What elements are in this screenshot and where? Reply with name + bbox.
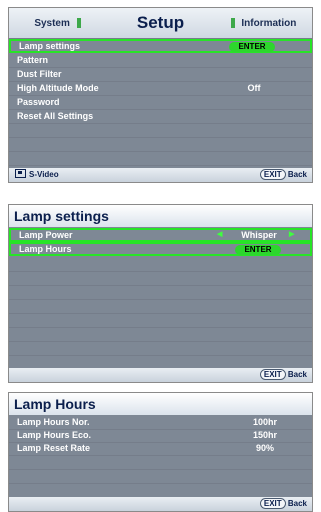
divider [9,299,312,300]
panel-title: Lamp settings [9,205,312,227]
panel-title: Lamp Hours [9,393,312,415]
menu-item-label: Reset All Settings [17,111,94,121]
info-row-lamp-reset-rate: Lamp Reset Rate 90% [9,441,312,455]
lamp-hours-body: Lamp Hours Nor. 100hr Lamp Hours Eco. 15… [9,415,312,497]
lamp-settings-panel: Lamp settings Lamp Power ◀ Whisper ▶ Lam… [8,204,313,383]
divider [9,483,312,484]
tab-setup[interactable]: Setup [110,13,211,33]
high-altitude-value: Off [247,83,261,93]
exit-back-control[interactable]: EXIT Back [259,497,307,511]
left-arrow-icon [76,17,81,28]
setup-menu-body: Lamp settings ENTER Pattern Dust Filter … [9,38,312,168]
menu-tabs: System Setup Information [9,8,312,38]
lamp-hours-normal-value: 100hr [252,417,278,427]
lamp-settings-footer: EXIT Back [9,368,312,382]
setup-menu-footer: S-Video EXIT Back [9,168,312,182]
back-label: Back [287,170,307,179]
menu-item-label: Password [17,97,60,107]
tab-system[interactable]: System [9,18,110,29]
divider [9,271,312,272]
divider [9,151,312,152]
divider [9,341,312,342]
divider [9,469,312,470]
menu-item-pattern[interactable]: Pattern [9,53,312,67]
back-label: Back [287,370,307,379]
back-label: Back [287,499,307,508]
menu-item-label: Pattern [17,55,49,65]
info-row-lamp-hours-eco: Lamp Hours Eco. 150hr [9,428,312,442]
enter-button[interactable]: ENTER [229,42,275,52]
info-label: Lamp Reset Rate [17,443,91,453]
exit-back-control[interactable]: EXIT Back [259,168,307,182]
menu-item-lamp-power[interactable]: Lamp Power ◀ Whisper ▶ [9,228,312,242]
divider [9,285,312,286]
menu-item-password[interactable]: Password [9,95,312,109]
setup-menu-panel: System Setup Information Lamp settings E… [8,7,313,183]
menu-item-reset-all-settings[interactable]: Reset All Settings [9,109,312,123]
lamp-hours-footer: EXIT Back [9,497,312,511]
menu-item-dust-filter[interactable]: Dust Filter [9,67,312,81]
info-label: Lamp Hours Eco. [17,430,92,440]
enter-button[interactable]: ENTER [235,245,281,255]
menu-item-label: Dust Filter [17,69,62,79]
exit-back-control[interactable]: EXIT Back [259,368,307,382]
input-source-label: S-Video [29,170,59,179]
source-icon [15,169,26,178]
lamp-reset-rate-value: 90% [255,443,274,453]
left-arrow-icon[interactable]: ◀ [217,230,222,240]
menu-item-lamp-hours[interactable]: Lamp Hours ENTER [9,242,312,256]
tab-information[interactable]: Information [211,18,312,29]
right-arrow-icon [230,17,235,28]
lamp-settings-body: Lamp Power ◀ Whisper ▶ Lamp Hours ENTER [9,227,312,368]
input-source: S-Video [15,168,59,182]
menu-item-lamp-settings[interactable]: Lamp settings ENTER [9,39,312,53]
menu-item-label: Lamp Hours [19,244,72,254]
menu-item-label: Lamp Power [19,230,73,240]
menu-item-label: High Altitude Mode [17,83,99,93]
tab-system-label: System [34,17,70,29]
divider [9,327,312,328]
exit-button[interactable]: EXIT [259,498,286,509]
lamp-hours-eco-value: 150hr [252,430,278,440]
divider [9,137,312,138]
divider [9,455,312,456]
tab-information-label: Information [241,17,297,29]
divider [9,123,312,124]
menu-item-high-altitude-mode[interactable]: High Altitude Mode Off [9,81,312,95]
menu-item-label: Lamp settings [19,41,81,51]
right-arrow-icon[interactable]: ▶ [289,230,294,240]
lamp-power-value: Whisper [241,230,277,240]
tab-setup-label: Setup [136,13,185,32]
divider [9,355,312,356]
divider [9,165,312,166]
info-label: Lamp Hours Nor. [17,417,90,427]
exit-button[interactable]: EXIT [259,169,286,180]
info-row-lamp-hours-normal: Lamp Hours Nor. 100hr [9,415,312,429]
exit-button[interactable]: EXIT [259,369,286,380]
lamp-hours-panel: Lamp Hours Lamp Hours Nor. 100hr Lamp Ho… [8,392,313,512]
divider [9,313,312,314]
